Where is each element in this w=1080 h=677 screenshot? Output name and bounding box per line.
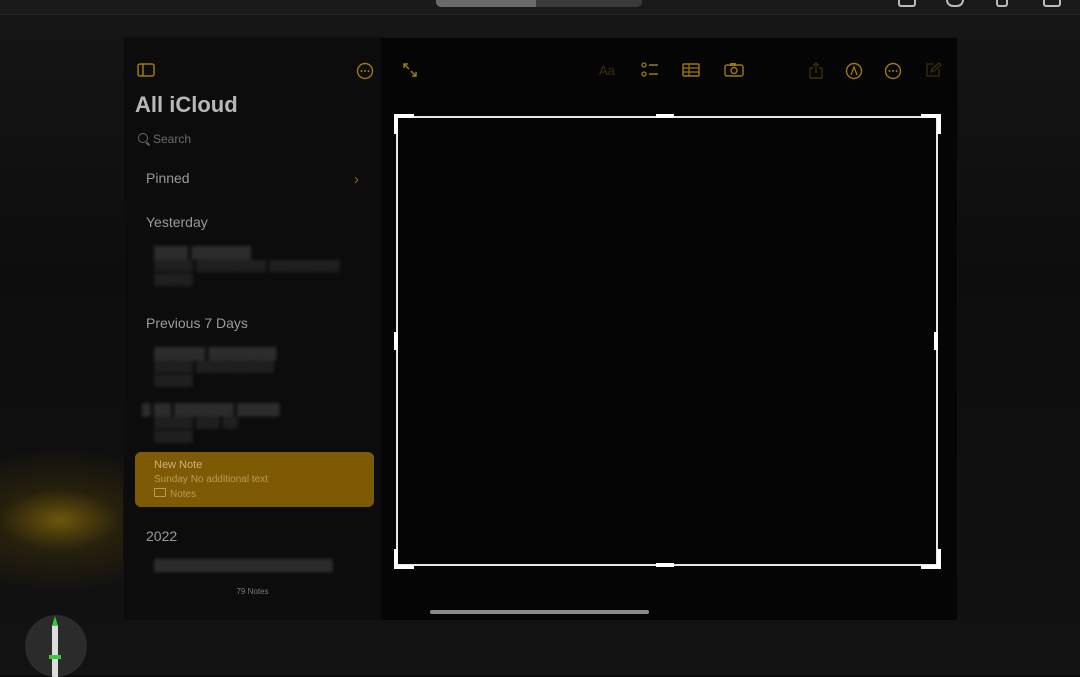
more-options-icon[interactable] (355, 62, 375, 85)
sidebar-toggle-icon[interactable] (136, 62, 156, 82)
list-item-title-blurred: ▒▒▒▒▒▒ ▒▒▒▒▒▒▒▒ (154, 346, 277, 360)
crop-handle-bottom[interactable] (656, 563, 674, 567)
pencil-body (52, 625, 58, 677)
pencil-color-band (49, 655, 61, 659)
home-indicator[interactable] (430, 610, 649, 614)
crop-frame[interactable] (396, 116, 938, 566)
table-icon[interactable] (680, 62, 702, 82)
system-top-bar (0, 0, 1080, 15)
checklist-icon[interactable] (639, 62, 661, 83)
list-item[interactable]: ▒ ▒▒ ▒▒▒▒▒▒▒ ▒▒▒▒▒ ▒▒▒▒▒ ▒▒▒ ▒▒ ▒▒▒▒▒ (142, 402, 280, 444)
crop-handle-left[interactable] (394, 332, 398, 350)
pencil-tool-icon[interactable] (25, 615, 87, 677)
crop-handle-bottom-right[interactable] (921, 549, 941, 569)
chevron-right-icon[interactable]: › (354, 171, 359, 188)
search-placeholder: Search (153, 132, 192, 146)
notes-sidebar: All iCloud Search Pinned › Yesterday ▒▒▒… (124, 38, 381, 620)
note-folder-label: Notes (170, 489, 197, 500)
segment-active[interactable] (436, 0, 536, 7)
notes-app-window: All iCloud Search Pinned › Yesterday ▒▒▒… (123, 37, 958, 621)
copy-icon[interactable] (996, 0, 1008, 7)
crop-handle-top-left[interactable] (394, 114, 414, 134)
section-2022: 2022 (146, 528, 178, 544)
list-item-preview-blurred: ▒▒▒▒▒ ▒▒▒ ▒▒ (154, 417, 239, 429)
compose-icon[interactable] (923, 62, 943, 83)
trash-icon[interactable] (1043, 0, 1061, 7)
folder-title: All iCloud (135, 92, 238, 117)
list-item-title-blurred: ▒▒▒▒ ▒▒▒▒▒▒▒ (154, 245, 251, 259)
timer-icon[interactable] (946, 0, 964, 7)
pencil-tip (52, 616, 58, 626)
list-item-folder-blurred: ▒▒▒▒▒ (154, 431, 193, 443)
camera-icon[interactable] (723, 62, 745, 82)
list-item-folder-blurred: ▒▒▒▒▒ (154, 274, 193, 286)
list-item-preview-blurred: ▒▒▒▒▒ ▒▒▒▒▒▒▒▒▒ ▒▒▒▒▒▒▒▒▒ (154, 260, 340, 272)
search-icon (138, 133, 148, 143)
list-item-preview-blurred: ▒▒▒▒▒ ▒▒▒▒▒▒▒▒▒▒ (154, 361, 274, 373)
more-icon[interactable] (883, 62, 903, 85)
note-folder: Notes (154, 488, 196, 500)
note-subtitle: Sunday No additional text (154, 474, 268, 485)
notes-count: 79 Notes (236, 587, 269, 596)
list-item-title-blurred: ▒▒▒▒▒▒▒▒▒▒▒▒▒▒▒▒▒▒▒▒▒ (154, 558, 333, 572)
list-item-folder-blurred: ▒▒▒▒▒ (154, 375, 193, 387)
share-icon[interactable] (806, 62, 826, 84)
section-pinned[interactable]: Pinned (146, 170, 190, 186)
section-yesterday: Yesterday (146, 214, 208, 230)
list-item[interactable]: ▒▒▒▒▒▒ ▒▒▒▒▒▒▒▒ ▒▒▒▒▒ ▒▒▒▒▒▒▒▒▒▒ ▒▒▒▒▒ (154, 346, 276, 388)
list-item-title-blurred: ▒ ▒▒ ▒▒▒▒▒▒▒ ▒▒▒▒▒ (142, 402, 280, 416)
list-item[interactable]: ▒▒▒▒ ▒▒▒▒▒▒▒ ▒▒▒▒▒ ▒▒▒▒▒▒▒▒▒ ▒▒▒▒▒▒▒▒▒ ▒… (154, 245, 339, 287)
crop-handle-top-right[interactable] (921, 114, 941, 134)
crop-handle-right[interactable] (934, 332, 938, 350)
crop-handle-top[interactable] (656, 114, 674, 118)
list-item-selected[interactable]: New Note Sunday No additional text Notes (135, 452, 374, 507)
markup-icon[interactable] (844, 62, 864, 85)
expand-icon[interactable] (400, 62, 420, 83)
search-field[interactable]: Search (138, 132, 191, 146)
svg-text:Aa: Aa (599, 63, 616, 77)
section-previous-7-days: Previous 7 Days (146, 315, 248, 331)
note-title: New Note (154, 459, 203, 471)
screenshot-icon[interactable] (898, 0, 916, 7)
segmented-control[interactable] (436, 0, 642, 7)
crop-handle-bottom-left[interactable] (394, 549, 414, 569)
format-icon[interactable]: Aa (598, 62, 620, 82)
list-item[interactable]: ▒▒▒▒▒▒▒▒▒▒▒▒▒▒▒▒▒▒▒▒▒ (154, 558, 333, 572)
folder-icon (154, 488, 166, 497)
